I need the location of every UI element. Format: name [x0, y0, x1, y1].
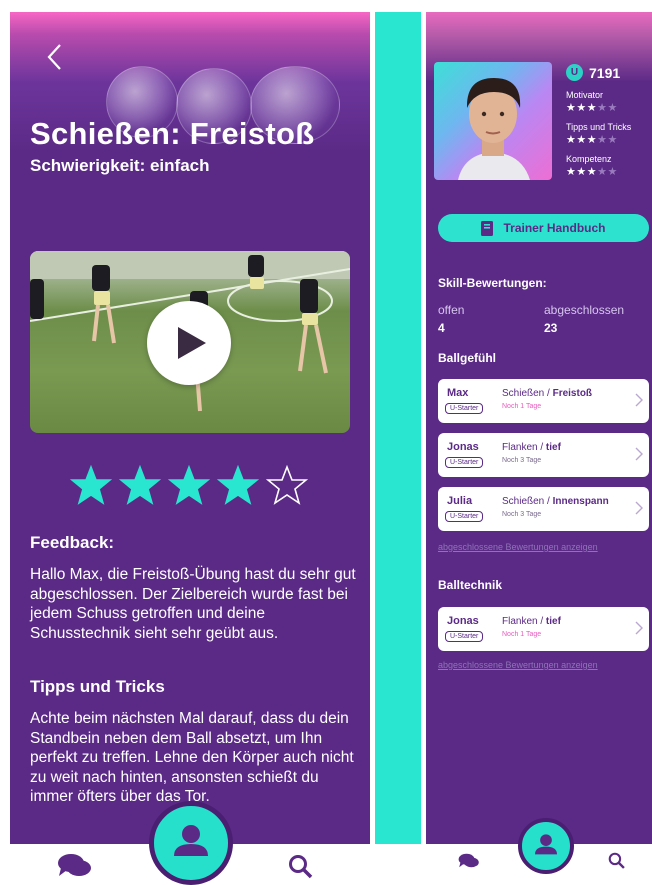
- exercise-category: Flanken /: [502, 616, 546, 627]
- star-icon: ★: [597, 134, 608, 146]
- show-completed-link[interactable]: abgeschlossene Bewertungen anzeigen: [438, 542, 598, 552]
- search-icon[interactable]: [608, 852, 626, 870]
- player-name: Max: [447, 387, 469, 399]
- star-icon: ★: [607, 102, 618, 114]
- exercise-name: tief: [545, 616, 561, 627]
- exercise-label: Schießen / Innenspann: [502, 496, 609, 507]
- star-icon: ★: [597, 102, 608, 114]
- exercise-category: Flanken /: [502, 442, 546, 453]
- book-icon: [481, 220, 494, 236]
- exercise-name: Freistoß: [552, 388, 593, 399]
- exercise-category: Schießen /: [502, 496, 553, 507]
- star-icon: ★: [586, 134, 598, 146]
- points-value: 7191: [589, 64, 621, 81]
- due-label: Noch 3 Tage: [502, 511, 542, 518]
- back-arrow-icon[interactable]: [44, 42, 66, 72]
- play-button[interactable]: [147, 301, 231, 385]
- avatar-portrait: [458, 78, 530, 180]
- player-name: Julia: [447, 495, 473, 507]
- star-filled-icon[interactable]: [119, 465, 161, 507]
- profile-button[interactable]: [149, 801, 233, 885]
- star-icon: ★: [566, 166, 577, 178]
- skill-ratings-heading: Skill-Bewertungen:: [438, 276, 547, 290]
- profile-icon: [534, 834, 558, 855]
- exercise-name: Innenspann: [552, 496, 609, 507]
- star-filled-icon[interactable]: [217, 465, 259, 507]
- skill-label: Tipps und Tricks: [566, 122, 632, 132]
- chevron-right-icon: [635, 447, 643, 461]
- review-card[interactable]: Julia U-Starter Schießen / Innenspann Noch …: [438, 487, 649, 531]
- skill-stars: ★★★★★: [566, 133, 618, 146]
- star-icon: ★: [586, 102, 598, 114]
- exercise-label: Schießen / Freistoß: [502, 388, 592, 399]
- skill-stars: ★★★★★: [566, 165, 618, 178]
- due-label: Noch 1 Tage: [502, 403, 542, 410]
- group-heading-balltechnik: Balltechnik: [438, 578, 503, 592]
- skill-stars: ★★★★★: [566, 101, 618, 114]
- player-name: Jonas: [447, 615, 479, 627]
- star-filled-icon[interactable]: [168, 465, 210, 507]
- coin-icon: U: [566, 64, 583, 81]
- chevron-right-icon: [635, 501, 643, 515]
- star-icon: ★: [607, 166, 618, 178]
- tips-text: Achte beim nächsten Mal darauf, dass du …: [30, 710, 354, 805]
- skill-label: Kompetenz: [566, 154, 612, 164]
- avatar: [434, 62, 552, 180]
- level-badge: U-Starter: [445, 403, 484, 414]
- exercise-label: Flanken / tief: [502, 616, 561, 627]
- video-player[interactable]: [30, 251, 350, 433]
- star-icon: ★: [576, 134, 587, 146]
- trainer-handbook-label: Trainer Handbuch: [503, 221, 606, 235]
- star-icon: ★: [576, 102, 587, 114]
- star-icon: ★: [566, 102, 577, 114]
- chat-icon[interactable]: [57, 852, 93, 878]
- review-card[interactable]: Jonas U-Starter Flanken / tief Noch 1 Tage: [438, 607, 649, 651]
- level-badge: U-Starter: [445, 631, 484, 642]
- star-icon: ★: [586, 166, 598, 178]
- due-label: Noch 3 Tage: [502, 457, 542, 464]
- play-icon: [178, 327, 206, 359]
- review-card[interactable]: Jonas U-Starter Flanken / tief Noch 3 Tage: [438, 433, 649, 477]
- closed-label: abgeschlossen: [544, 303, 625, 317]
- difficulty-label: Schwierigkeit: einfach: [30, 156, 210, 175]
- show-completed-link[interactable]: abgeschlossene Bewertungen anzeigen: [438, 660, 598, 670]
- player-name: Jonas: [447, 441, 479, 453]
- star-icon: ★: [576, 166, 587, 178]
- skill-label: Motivator: [566, 90, 604, 100]
- level-badge: U-Starter: [445, 511, 484, 522]
- exercise-category: Schießen /: [502, 388, 553, 399]
- chevron-right-icon: [635, 621, 643, 635]
- due-label: Noch 1 Tage: [502, 631, 542, 638]
- group-heading-ballgefuehl: Ballgefühl: [438, 351, 497, 365]
- points-display: U 7191: [566, 64, 620, 81]
- star-icon: ★: [607, 134, 618, 146]
- profile-icon: [174, 825, 208, 856]
- review-card[interactable]: Max U-Starter Schießen / Freistoß Noch 1 Ta…: [438, 379, 649, 423]
- trainer-dashboard-screen: U 7191 Motivator ★★★★★ Tipps und Tricks ★★★…: [426, 12, 652, 844]
- chevron-right-icon: [635, 393, 643, 407]
- star-empty-icon[interactable]: [266, 465, 308, 507]
- level-badge: U-Starter: [445, 457, 484, 468]
- feedback-text: Hallo Max, die Freistoß-Übung hast du se…: [30, 566, 356, 642]
- open-label: offen: [438, 303, 465, 317]
- star-filled-icon[interactable]: [70, 465, 112, 507]
- profile-button[interactable]: [518, 818, 574, 874]
- exercise-label: Flanken / tief: [502, 442, 561, 453]
- exercise-name: tief: [545, 442, 561, 453]
- feedback-heading: Feedback:: [30, 533, 115, 552]
- page-title: Schießen: Freistoß: [30, 116, 315, 151]
- open-value: 4: [438, 321, 445, 335]
- tips-heading: Tipps und Tricks: [30, 677, 165, 696]
- closed-value: 23: [544, 321, 558, 335]
- search-icon[interactable]: [288, 854, 314, 880]
- screen-divider: [375, 12, 421, 844]
- rating-stars[interactable]: [70, 465, 308, 507]
- trainer-handbook-button[interactable]: Trainer Handbuch: [438, 214, 649, 242]
- star-icon: ★: [566, 134, 577, 146]
- chat-icon[interactable]: [458, 852, 480, 869]
- exercise-detail-screen: Schießen: Freistoß Schwierigkeit: einfac…: [10, 12, 370, 844]
- star-icon: ★: [597, 166, 608, 178]
